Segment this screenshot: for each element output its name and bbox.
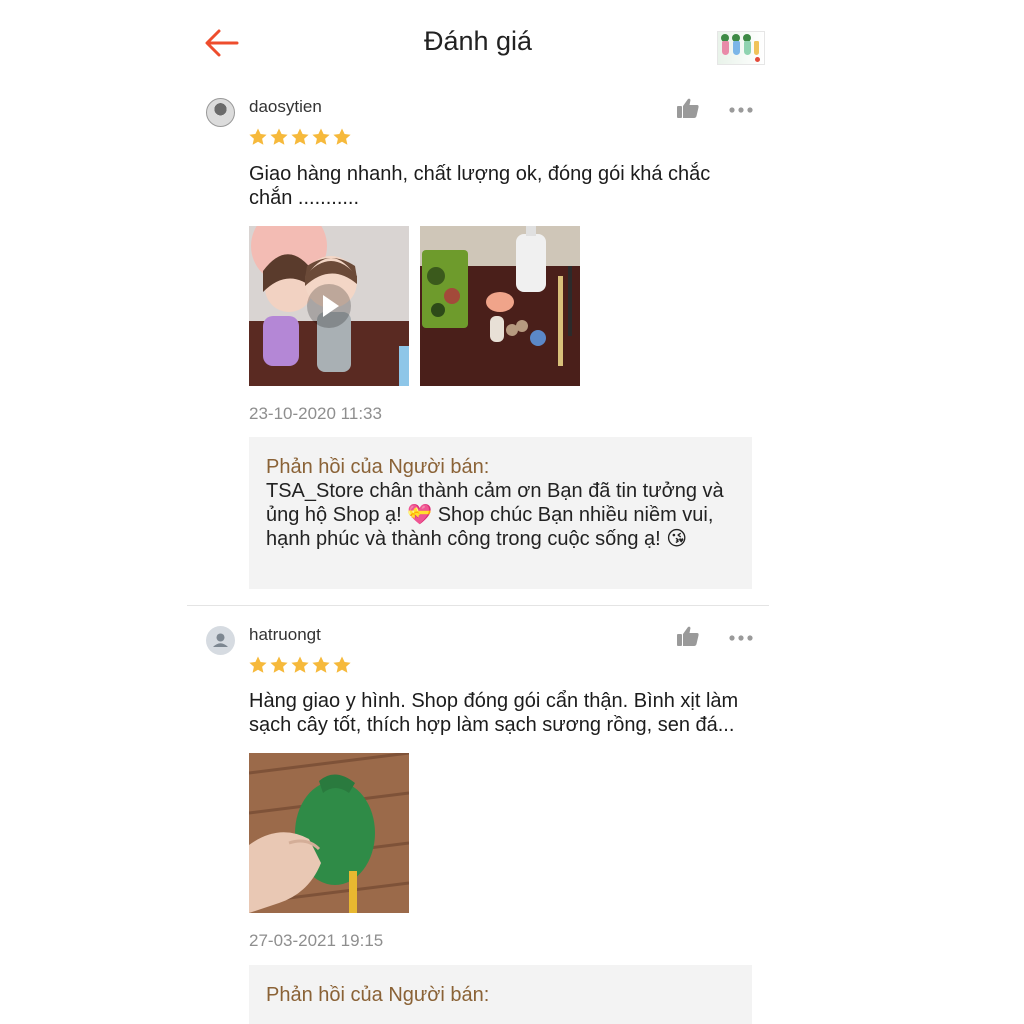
page-title: Đánh giá — [423, 26, 533, 56]
star-icon — [333, 656, 351, 673]
pot-icon — [722, 41, 729, 55]
pot-icon — [744, 41, 751, 55]
star-icon — [249, 128, 267, 145]
star-icon — [291, 128, 309, 145]
more-dots-icon — [729, 635, 753, 641]
review-photo — [249, 753, 409, 913]
star-icon — [333, 128, 351, 145]
video-preview-image — [249, 226, 409, 386]
review-timestamp: 27-03-2021 19:15 — [249, 931, 384, 950]
avatar[interactable] — [206, 98, 235, 127]
seller-reply: Phản hồi của Người bán: — [249, 965, 752, 1024]
rating-stars — [248, 127, 352, 147]
pot-icon — [754, 41, 759, 55]
review-video-thumbnail[interactable] — [249, 226, 409, 386]
thumbs-up-icon — [677, 626, 699, 646]
review-image-thumbnail[interactable] — [249, 753, 409, 913]
review-username[interactable]: hatruongt — [249, 625, 321, 645]
review-image-thumbnail[interactable] — [420, 226, 580, 386]
default-user-icon — [213, 633, 228, 647]
star-icon — [291, 656, 309, 673]
badge-dot — [755, 57, 760, 62]
more-options-button[interactable] — [728, 630, 754, 641]
seller-reply-text: TSA_Store chân thành cảm ơn Bạn đã tin t… — [266, 480, 724, 550]
more-options-button[interactable] — [728, 102, 754, 113]
review-timestamp: 23-10-2020 11:33 — [249, 404, 382, 423]
seller-reply: Phản hồi của Người bán: TSA_Store chân t… — [249, 437, 752, 589]
rating-stars — [248, 655, 352, 675]
thumbs-up-icon — [677, 98, 699, 118]
like-button[interactable] — [676, 97, 700, 119]
star-icon — [270, 656, 288, 673]
review-comment: Hàng giao y hình. Shop đóng gói cẩn thận… — [249, 690, 739, 736]
star-icon — [249, 656, 267, 673]
review-photo — [420, 226, 580, 386]
top-bar: Đánh giá — [0, 0, 1024, 88]
like-button[interactable] — [676, 625, 700, 647]
seller-reply-title: Phản hồi của Người bán: — [266, 456, 490, 478]
star-icon — [312, 128, 330, 145]
star-icon — [270, 128, 288, 145]
avatar[interactable] — [206, 626, 235, 655]
seller-reply-title: Phản hồi của Người bán: — [266, 984, 490, 1006]
review-divider — [187, 605, 769, 606]
review-comment: Giao hàng nhanh, chất lượng ok, đóng gói… — [249, 163, 711, 209]
more-dots-icon — [729, 107, 753, 113]
product-thumbnail[interactable] — [717, 31, 765, 65]
review-username[interactable]: daosytien — [249, 97, 322, 117]
pot-icon — [733, 41, 740, 55]
star-icon — [312, 656, 330, 673]
